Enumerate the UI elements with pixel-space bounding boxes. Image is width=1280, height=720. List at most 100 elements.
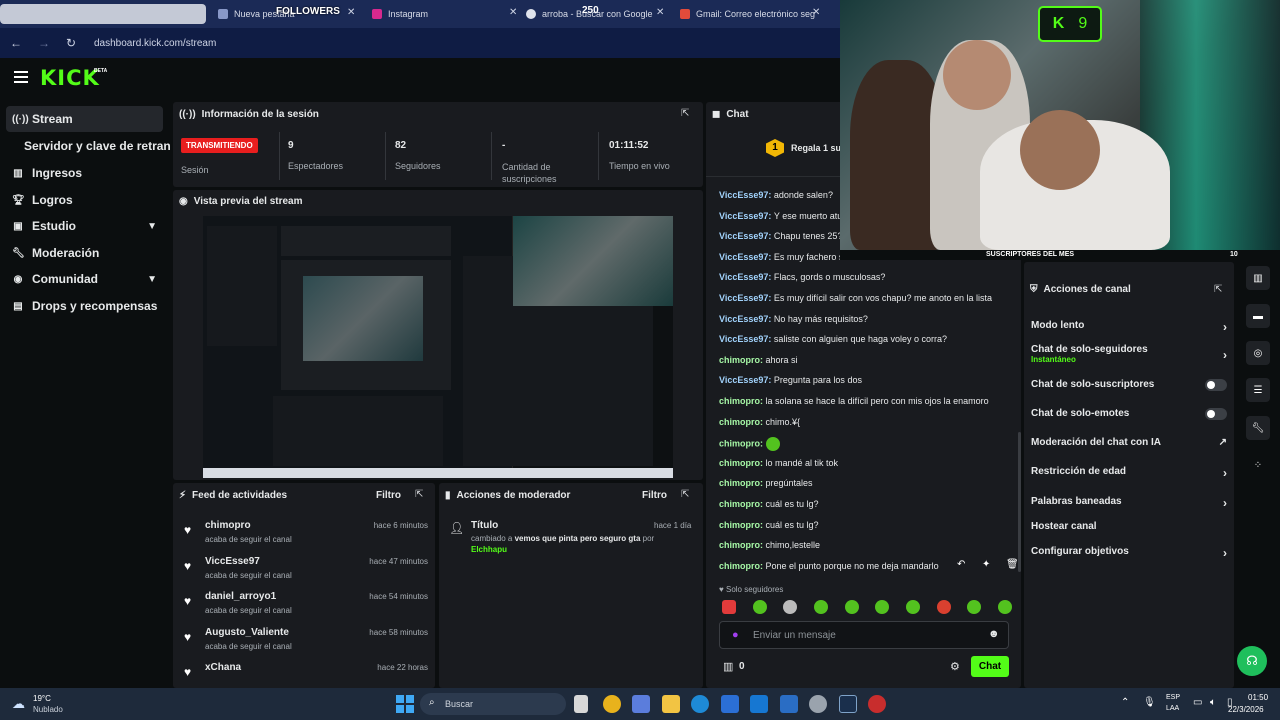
rail-broadcast-icon[interactable]: ◎ bbox=[1246, 341, 1270, 365]
emote-icon[interactable] bbox=[905, 600, 920, 614]
chat-username[interactable]: chimopro bbox=[719, 499, 760, 509]
close-icon[interactable]: ✕ bbox=[656, 7, 664, 18]
rail-wrench-icon[interactable]: 🔧︎ bbox=[1246, 416, 1270, 440]
subs-only-toggle[interactable] bbox=[1205, 379, 1227, 391]
sidebar-item-moderation[interactable]: 🔧︎ Moderación bbox=[6, 240, 163, 266]
feed-username[interactable]: ViccEsse97 bbox=[205, 556, 260, 567]
chat-username[interactable]: ViccEsse97 bbox=[719, 375, 768, 385]
chat-username[interactable]: chimopro bbox=[719, 540, 760, 550]
chat-username[interactable]: chimopro bbox=[719, 417, 760, 427]
chevron-up-icon[interactable]: ⌃ bbox=[1121, 697, 1129, 708]
settings-icon[interactable] bbox=[809, 695, 827, 713]
tab-instagram[interactable]: Instagram bbox=[372, 4, 428, 24]
tab-gmail[interactable]: Gmail: Correo electrónico seg bbox=[680, 4, 815, 24]
action-followers-only[interactable]: Chat de solo-seguidores Instantáneo › bbox=[1031, 344, 1227, 364]
emote-icon[interactable] bbox=[967, 600, 982, 614]
reply-icon[interactable]: ↶ bbox=[957, 559, 965, 570]
emote-icon[interactable] bbox=[997, 600, 1012, 614]
chat-username[interactable]: ViccEsse97 bbox=[719, 314, 768, 324]
chat-username[interactable]: ViccEsse97 bbox=[719, 211, 768, 221]
app-icon[interactable] bbox=[632, 695, 650, 713]
chat-username[interactable]: chimopro bbox=[719, 439, 760, 449]
feed-username[interactable]: chimopro bbox=[205, 520, 251, 531]
steam-icon[interactable] bbox=[839, 695, 857, 713]
reload-icon[interactable]: ↻ bbox=[66, 36, 80, 50]
expand-icon[interactable]: ⇱ bbox=[1214, 284, 1222, 295]
action-goals[interactable]: Configurar objetivos › bbox=[1031, 546, 1227, 560]
emote-icon[interactable] bbox=[752, 600, 767, 614]
app-icon[interactable] bbox=[750, 695, 768, 713]
points-icon[interactable]: ▥ bbox=[723, 660, 733, 673]
chat-username[interactable]: chimopro bbox=[719, 458, 760, 468]
mod-action-user[interactable]: Elchhapu bbox=[471, 545, 507, 554]
emote-icon[interactable] bbox=[765, 437, 780, 452]
delete-icon[interactable]: 🗑︎ bbox=[1006, 559, 1019, 570]
chat-username[interactable]: chimopro bbox=[719, 520, 760, 530]
chat-username[interactable]: chimopro bbox=[719, 561, 760, 571]
sidebar-item-server-key[interactable]: Servidor y clave de retransm bbox=[18, 133, 170, 159]
microphone-icon[interactable]: 🎙︎ bbox=[1143, 697, 1156, 708]
feed-username[interactable]: xChana bbox=[205, 662, 241, 673]
expand-icon[interactable]: ⇱ bbox=[681, 108, 689, 119]
tab-active-blank[interactable] bbox=[0, 4, 206, 24]
sidebar-item-community[interactable]: ◉ Comunidad ▼ bbox=[6, 266, 163, 292]
emote-icon[interactable] bbox=[936, 600, 951, 614]
url-field[interactable]: dashboard.kick.com/stream bbox=[94, 38, 216, 49]
lang-primary[interactable]: ESP bbox=[1166, 694, 1180, 701]
chat-username[interactable]: ViccEsse97 bbox=[719, 293, 768, 303]
edge-icon[interactable] bbox=[691, 695, 709, 713]
feed-filter-button[interactable]: Filtro bbox=[376, 490, 401, 501]
action-ai-moderation[interactable]: Moderación del chat con IA ↗ bbox=[1031, 437, 1227, 448]
emote-icon[interactable] bbox=[875, 600, 890, 614]
action-host-channel[interactable]: Hostear canal bbox=[1031, 521, 1227, 532]
sidebar-item-stream[interactable]: ((·)) Stream bbox=[6, 106, 163, 132]
clock-time[interactable]: 01:50 bbox=[1248, 693, 1268, 702]
chat-input[interactable]: ● Enviar un mensaje ☻ bbox=[719, 621, 1009, 649]
rail-chat-icon[interactable]: ▬ bbox=[1246, 304, 1270, 328]
emote-icon[interactable] bbox=[722, 600, 736, 614]
emotes-only-toggle[interactable] bbox=[1205, 408, 1227, 420]
chat-username[interactable]: chimopro bbox=[719, 396, 760, 406]
chat-username[interactable]: ViccEsse97 bbox=[719, 252, 768, 262]
chat-username[interactable]: ViccEsse97 bbox=[719, 272, 768, 282]
sidebar-item-income[interactable]: ▥ Ingresos bbox=[6, 160, 163, 186]
mod-filter-button[interactable]: Filtro bbox=[642, 490, 667, 501]
rail-shop-icon[interactable]: ▥ bbox=[1246, 266, 1270, 290]
emote-icon[interactable] bbox=[813, 600, 828, 614]
pin-icon[interactable]: ✦ bbox=[982, 559, 990, 570]
chat-send-button[interactable]: Chat bbox=[971, 656, 1009, 677]
sidebar-item-achievements[interactable]: 🏆︎ Logros bbox=[6, 187, 163, 213]
emoji-icon[interactable]: ☻ bbox=[988, 628, 1000, 640]
emote-icon[interactable] bbox=[844, 600, 859, 614]
store-icon[interactable] bbox=[721, 695, 739, 713]
network-icon[interactable]: ▭ bbox=[1193, 697, 1202, 708]
settings-icon[interactable]: ⚙︎ bbox=[950, 660, 960, 673]
feed-username[interactable]: daniel_arroyo1 bbox=[205, 591, 276, 602]
support-headset-icon[interactable]: ☊ bbox=[1237, 646, 1267, 676]
expand-icon[interactable]: ⇱ bbox=[415, 489, 423, 500]
weather-temp[interactable]: 19°C bbox=[33, 694, 51, 703]
rail-more-icon[interactable]: ⁘ bbox=[1246, 453, 1270, 477]
sidebar-item-drops[interactable]: ▤ Drops y recompensas bbox=[6, 293, 163, 319]
chat-scrollbar[interactable] bbox=[1018, 432, 1021, 572]
taskbar-search[interactable]: ⌕ Buscar bbox=[420, 693, 566, 715]
windows-start-icon[interactable] bbox=[396, 695, 414, 713]
kick-logo[interactable]: KICK bbox=[40, 66, 100, 90]
task-view-icon[interactable] bbox=[574, 695, 588, 713]
rail-settings-icon[interactable]: ☰ bbox=[1246, 378, 1270, 402]
menu-icon[interactable] bbox=[14, 71, 28, 83]
expand-icon[interactable]: ⇱ bbox=[681, 489, 689, 500]
chat-username[interactable]: chimopro bbox=[719, 355, 760, 365]
close-icon[interactable]: ✕ bbox=[347, 7, 355, 18]
microphone-icon[interactable]: ● bbox=[732, 629, 739, 641]
chat-username[interactable]: ViccEsse97 bbox=[719, 231, 768, 241]
emote-icon[interactable] bbox=[783, 600, 798, 614]
folder-icon[interactable] bbox=[662, 695, 680, 713]
forward-icon[interactable]: → bbox=[38, 36, 52, 50]
chrome-icon[interactable] bbox=[603, 695, 621, 713]
sidebar-item-studio[interactable]: ▣ Estudio ▼ bbox=[6, 213, 163, 239]
close-icon[interactable]: ✕ bbox=[509, 7, 517, 18]
app-icon[interactable] bbox=[868, 695, 886, 713]
chat-username[interactable]: ViccEsse97 bbox=[719, 334, 768, 344]
action-slow-mode[interactable]: Modo lento › bbox=[1031, 320, 1227, 334]
